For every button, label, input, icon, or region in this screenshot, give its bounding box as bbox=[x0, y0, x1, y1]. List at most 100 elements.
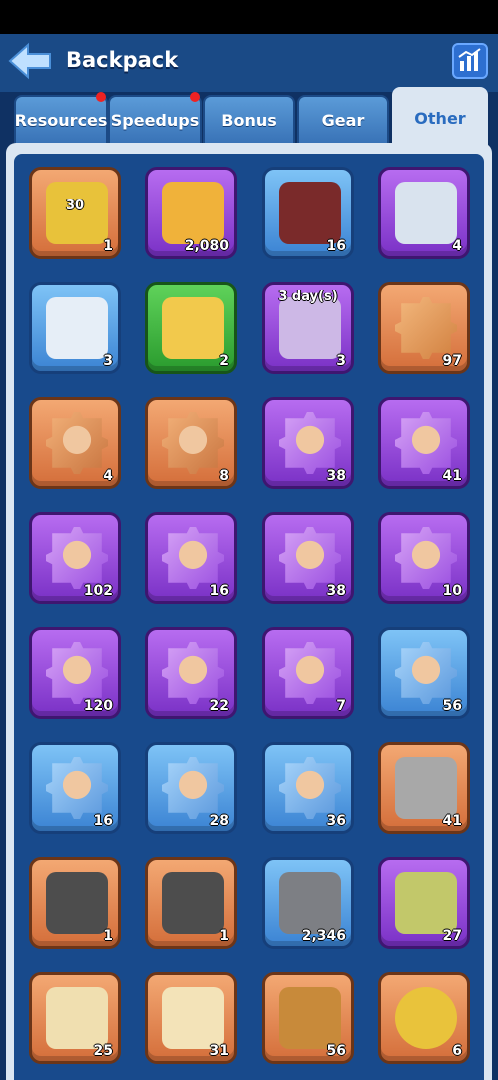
inventory-slot[interactable]: 41 bbox=[378, 397, 470, 489]
status-bar bbox=[0, 0, 498, 34]
item-count: 4 bbox=[452, 238, 462, 254]
hero-shard-icon bbox=[395, 527, 457, 589]
item-count: 41 bbox=[442, 813, 462, 829]
inventory-slot[interactable]: 2,346 bbox=[262, 857, 354, 949]
inventory-slot[interactable]: 27 bbox=[378, 857, 470, 949]
item-count: 28 bbox=[209, 813, 229, 829]
book-icon bbox=[279, 987, 341, 1049]
item-count: 2 bbox=[219, 353, 229, 369]
inventory-slot[interactable]: 31 bbox=[145, 972, 237, 1064]
mystery-chest-icon bbox=[162, 182, 224, 244]
inventory-slot[interactable]: 3 day(s) 3 bbox=[262, 282, 354, 374]
gear-part-icon bbox=[162, 872, 224, 934]
horn-icon bbox=[279, 182, 341, 244]
inventory-slot[interactable]: 2,080 bbox=[145, 167, 237, 259]
hero-shard-icon bbox=[162, 757, 224, 819]
item-count: 2,080 bbox=[184, 238, 229, 254]
item-count: 41 bbox=[442, 468, 462, 484]
inventory-slot[interactable]: 10 bbox=[378, 512, 470, 604]
tab-resources[interactable]: Resources bbox=[14, 95, 108, 143]
item-count: 97 bbox=[442, 353, 462, 369]
tab-gear[interactable]: Gear bbox=[297, 95, 389, 143]
inventory-slot[interactable]: 41 bbox=[378, 742, 470, 834]
item-count: 16 bbox=[326, 238, 346, 254]
hero-shard-icon bbox=[46, 757, 108, 819]
item-count: 1 bbox=[219, 928, 229, 944]
whetstone-icon bbox=[395, 757, 457, 819]
iron-ingot-icon bbox=[279, 872, 341, 934]
hero-shard-icon bbox=[162, 642, 224, 704]
inventory-slot[interactable]: 16 bbox=[262, 167, 354, 259]
hero-shard-icon bbox=[279, 642, 341, 704]
notification-dot bbox=[96, 92, 106, 102]
item-count: 36 bbox=[326, 813, 346, 829]
mystery-pedestal-icon bbox=[162, 297, 224, 359]
hero-shard-icon bbox=[395, 642, 457, 704]
inventory-slot[interactable]: 4 bbox=[29, 397, 121, 489]
item-count: 6 bbox=[452, 1043, 462, 1059]
hero-shard-icon bbox=[162, 412, 224, 474]
inventory-slot[interactable]: 102 bbox=[29, 512, 121, 604]
potion-bottle-icon bbox=[395, 872, 457, 934]
inventory-slot[interactable]: 36 bbox=[262, 742, 354, 834]
back-arrow-icon[interactable] bbox=[8, 42, 52, 80]
item-count: 16 bbox=[209, 583, 229, 599]
inventory-slot[interactable]: 8 bbox=[145, 397, 237, 489]
item-count: 7 bbox=[336, 698, 346, 714]
inventory-slot[interactable]: 22 bbox=[145, 627, 237, 719]
item-count: 56 bbox=[326, 1043, 346, 1059]
inventory-slot[interactable]: 16 bbox=[29, 742, 121, 834]
item-label: 3 day(s) bbox=[278, 289, 338, 304]
item-count: 31 bbox=[209, 1043, 229, 1059]
inventory-slot[interactable]: 7 bbox=[262, 627, 354, 719]
inventory-slot[interactable]: 4 bbox=[378, 167, 470, 259]
inventory-slot[interactable]: 56 bbox=[378, 627, 470, 719]
hero-shard-icon bbox=[162, 527, 224, 589]
item-label: 30 bbox=[65, 198, 85, 213]
puzzle-piece-icon bbox=[395, 297, 457, 359]
item-count: 16 bbox=[93, 813, 113, 829]
hero-pedestal-icon bbox=[395, 182, 457, 244]
bar-chart-icon bbox=[458, 48, 481, 71]
inventory-slot[interactable]: 30 1 bbox=[29, 167, 121, 259]
hero-shard-icon bbox=[46, 527, 108, 589]
item-count: 10 bbox=[442, 583, 462, 599]
inventory-slot[interactable]: 97 bbox=[378, 282, 470, 374]
item-count: 38 bbox=[326, 583, 346, 599]
hero-shard-icon bbox=[395, 412, 457, 474]
ticket-30-icon bbox=[46, 182, 108, 244]
hero-shard-icon bbox=[279, 527, 341, 589]
hero-shard-icon bbox=[46, 642, 108, 704]
inventory-slot[interactable]: 1 bbox=[29, 857, 121, 949]
inventory-slot[interactable]: 3 bbox=[29, 282, 121, 374]
inventory-slot[interactable]: 1 bbox=[145, 857, 237, 949]
tab-bonus[interactable]: Bonus bbox=[203, 95, 295, 143]
item-count: 120 bbox=[83, 698, 113, 714]
frame-3day-icon bbox=[279, 297, 341, 359]
inventory-slot[interactable]: 120 bbox=[29, 627, 121, 719]
item-count: 1 bbox=[103, 238, 113, 254]
item-count: 3 bbox=[103, 353, 113, 369]
inventory-slot[interactable]: 38 bbox=[262, 397, 354, 489]
stats-button[interactable] bbox=[452, 43, 488, 79]
inventory-slot[interactable]: 28 bbox=[145, 742, 237, 834]
inventory-slot[interactable]: 25 bbox=[29, 972, 121, 1064]
inventory-slot[interactable]: 6 bbox=[378, 972, 470, 1064]
inventory-slot[interactable]: 2 bbox=[145, 282, 237, 374]
banner-pedestal-icon bbox=[46, 297, 108, 359]
hero-shard-icon bbox=[46, 412, 108, 474]
tab-other[interactable]: Other bbox=[392, 87, 488, 147]
item-count: 2,346 bbox=[301, 928, 346, 944]
page-title: Backpack bbox=[66, 48, 179, 72]
tab-speedups[interactable]: Speedups bbox=[108, 95, 202, 143]
inventory-slot[interactable]: 16 bbox=[145, 512, 237, 604]
hero-shard-icon bbox=[279, 757, 341, 819]
item-count: 1 bbox=[103, 928, 113, 944]
item-count: 3 bbox=[336, 353, 346, 369]
gear-part-icon bbox=[46, 872, 108, 934]
inventory-slot[interactable]: 38 bbox=[262, 512, 354, 604]
item-count: 8 bbox=[219, 468, 229, 484]
item-count: 27 bbox=[442, 928, 462, 944]
item-count: 102 bbox=[83, 583, 113, 599]
inventory-slot[interactable]: 56 bbox=[262, 972, 354, 1064]
